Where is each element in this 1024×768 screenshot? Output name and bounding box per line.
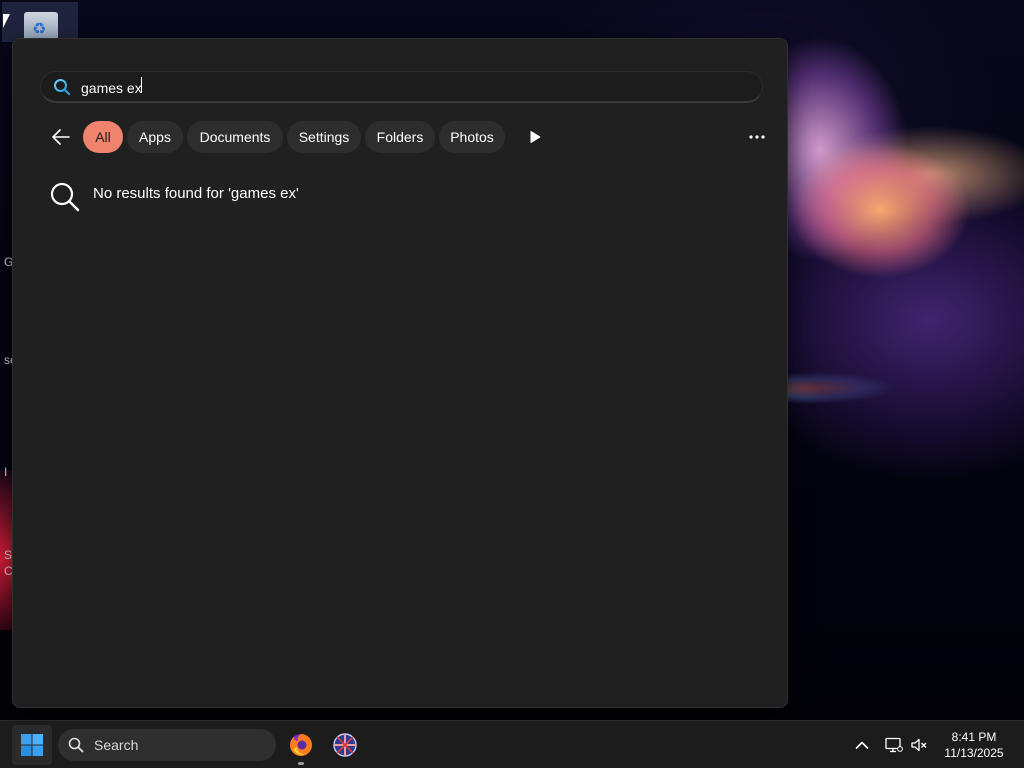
globe-icon: [333, 733, 357, 757]
taskbar-clock[interactable]: 8:41 PM 11/13/2025: [938, 729, 1010, 761]
no-results-notice: No results found for 'games ex': [49, 181, 299, 213]
search-box[interactable]: games ex: [40, 71, 763, 103]
taskbar-search-label: Search: [94, 737, 139, 753]
search-icon: [50, 182, 80, 212]
desktop-icon-recycle-bin[interactable]: ♻: [2, 2, 78, 42]
taskbar: Search 8:41 PM 11/13/2025: [0, 720, 1024, 768]
taskbar-app-language[interactable]: [327, 727, 363, 763]
running-indicator: [298, 762, 304, 765]
filter-apps[interactable]: Apps: [127, 121, 183, 153]
volume-button[interactable]: [909, 735, 929, 755]
firefox-icon: [290, 734, 312, 756]
desktop-icon-label-partial: I: [4, 465, 8, 479]
filter-settings[interactable]: Settings: [287, 121, 361, 153]
more-options-icon: [749, 135, 765, 139]
filter-documents[interactable]: Documents: [187, 121, 283, 153]
mouse-cursor: [3, 14, 10, 28]
play-icon[interactable]: [528, 130, 542, 144]
network-icon: [885, 737, 903, 753]
filter-bar: All Apps Documents Settings Folders Phot…: [43, 121, 765, 153]
chevron-up-icon: [855, 741, 869, 749]
text-caret: [140, 77, 142, 93]
start-button[interactable]: [12, 725, 52, 765]
filter-folders[interactable]: Folders: [365, 121, 435, 153]
back-arrow-icon: [52, 129, 70, 145]
volume-muted-icon: [911, 738, 927, 752]
no-results-message: No results found for 'games ex': [93, 184, 299, 202]
more-options-button[interactable]: [743, 129, 771, 145]
desktop-icon-label-partial: S: [4, 548, 13, 562]
show-hidden-icons-button[interactable]: [852, 735, 872, 755]
clock-date: 11/13/2025: [944, 746, 1004, 760]
search-input[interactable]: games ex: [81, 77, 721, 96]
search-icon: [54, 78, 71, 95]
taskbar-app-firefox[interactable]: [283, 727, 319, 765]
filter-photos[interactable]: Photos: [439, 121, 505, 153]
search-icon: [68, 737, 84, 753]
filter-all[interactable]: All: [83, 121, 123, 153]
clock-time: 8:41 PM: [951, 730, 997, 744]
back-button[interactable]: [49, 126, 73, 148]
windows-logo-icon: [21, 734, 43, 756]
taskbar-search[interactable]: Search: [58, 729, 276, 761]
network-button[interactable]: [884, 735, 904, 755]
search-panel: games ex All Apps Documents Settings Fol…: [12, 38, 788, 708]
